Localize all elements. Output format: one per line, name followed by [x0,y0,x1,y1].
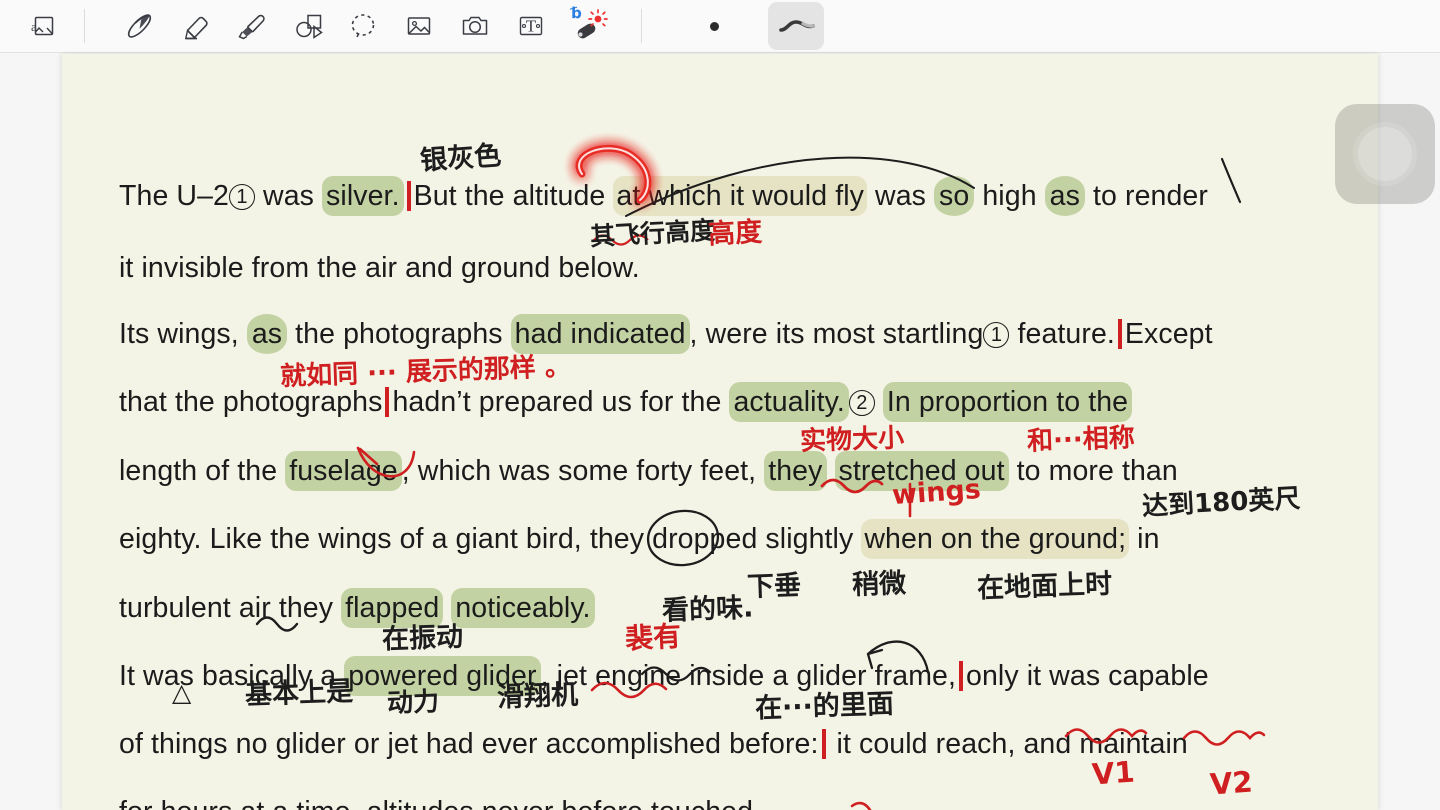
assistive-touch-ring [1358,127,1412,181]
annotation-triangle-mark: △ [172,678,192,707]
camera-icon[interactable] [447,2,503,50]
text-span: hadn’t prepared us for the [392,386,730,418]
floating-assistive-touch[interactable] [1335,104,1435,204]
annotation-altitude-cn: 其飞行高度 [589,215,716,252]
footnote-marker: 2 [848,390,875,416]
page-thumbnail-icon[interactable]: a [14,2,70,50]
lasso-icon[interactable] [335,2,391,50]
red-caret-mark [406,181,411,211]
annotation-inside-cn: 在···的里面 [754,688,895,725]
annotation-flapped-cn: 在振动 [381,621,464,656]
annotation-actuality-cn: 实物大小 [799,423,905,457]
khaki-highlight: when on the ground; [861,519,1130,559]
footnote-marker: 1 [983,322,1010,348]
text-span: high [974,180,1045,212]
annotation-altitude-red-cn: 高度 [707,216,763,251]
green-circle-highlight: as [246,314,288,354]
annotation-v2-label: V2 [1208,764,1254,802]
toolbar-divider-1 [84,9,85,43]
annotation-silver-cn: 银灰色 [419,140,503,177]
text-span: only it was capable [966,660,1209,692]
annotation-basically-cn: 基本上是 [244,676,354,711]
text-span: , which was some forty feet, [401,455,765,487]
text-line: that the photographs hadn’t prepared us f… [119,382,1133,422]
laser-pointer-icon[interactable]: ␢ [559,2,615,50]
pen-size-indicator [709,21,719,31]
text-span: , jet engine inside a glider frame, [540,660,957,692]
red-caret-mark [959,661,964,691]
text-span [875,386,883,418]
note-app-window: a T ␢ The U–2 1 was silver. But the alti… [0,0,1440,810]
note-page[interactable]: The U–2 1 was silver. But the altitude at … [62,54,1378,810]
green-highlight: noticeably. [451,588,595,628]
text-span: Except [1124,318,1213,350]
red-caret-mark [821,729,826,759]
green-highlight: fuselage [285,451,402,491]
red-caret-mark [1117,319,1122,349]
bluetooth-icon: ␢ [569,4,582,22]
annotation-wings-en: wings [891,473,982,512]
pen-icon[interactable] [111,2,167,50]
pen-size-dot[interactable] [686,2,742,50]
annotation-glider-cn: 滑翔机 [496,679,579,714]
image-icon[interactable] [391,2,447,50]
green-highlight: silver. [322,176,404,216]
text-line: for hours at a time, altitudes never bef… [119,795,753,810]
text-span: Its wings, [119,318,247,350]
highlighter-icon[interactable] [223,2,279,50]
drawing-toolbar: a T ␢ [0,0,1440,53]
text-box-icon[interactable]: T [503,2,559,50]
text-line: turbulent air they flapped noticeably. [119,588,595,628]
text-span: was [867,180,935,212]
text-line: length of the fuselage, which was some f… [119,451,1178,491]
text-span: The U–2 [119,180,230,212]
svg-text:a: a [31,19,37,34]
text-span: But the altitude [413,180,614,212]
text-span: it could reach, and maintain [828,728,1188,760]
eraser-icon[interactable] [167,2,223,50]
annotation-proportion-cn: 和···相称 [1026,423,1136,457]
annotation-turbulent-cn: 下垂 [746,570,802,603]
annotation-powered-cn: 动力 [386,687,440,719]
text-span: to more than [1008,455,1178,487]
text-span: for hours at a time, altitudes never bef… [119,796,753,810]
green-highlight: actuality. [729,382,849,422]
svg-text:T: T [526,17,537,36]
text-span: length of the [119,455,286,487]
text-line: it invisible from the air and ground bel… [119,251,640,285]
green-highlight: In proportion to the [882,382,1133,422]
text-line: of things no glider or jet had ever acco… [119,727,1188,761]
shapes-icon[interactable] [279,2,335,50]
text-span: turbulent air they [119,592,342,624]
green-circle-highlight: as [1044,176,1085,216]
text-span: feature. [1009,318,1115,350]
text-span: the photographs [287,318,511,350]
text-line: The U–2 1 was silver. But the altitude at … [119,176,1208,216]
text-line: Its wings, as the photographs had indica… [119,314,1213,354]
annotation-have-red-cn: 裴有 [624,619,682,656]
toolbar-divider-2 [641,9,642,43]
red-caret-mark [385,387,390,417]
green-circle-highlight: so [934,176,975,216]
annotation-on-ground-cn: 在地面上时 [976,568,1113,605]
text-span [827,455,835,487]
footnote-marker: 1 [229,184,256,210]
text-span: , were its most startling [689,318,984,350]
text-span: eighty. Like the wings of a giant bird, … [119,523,862,555]
annotation-v1-label: V1 [1090,754,1136,792]
text-span: of things no glider or jet had ever acco… [119,728,819,760]
text-line: eighty. Like the wings of a giant bird, … [119,519,1160,559]
text-span: was [255,180,323,212]
text-span: in [1129,523,1160,555]
text-span: it invisible from the air and ground bel… [119,252,640,284]
text-span: to render [1084,180,1208,212]
annotation-dropped-cn: 稍微 [851,568,907,601]
stroke-style-icon[interactable] [768,2,824,50]
